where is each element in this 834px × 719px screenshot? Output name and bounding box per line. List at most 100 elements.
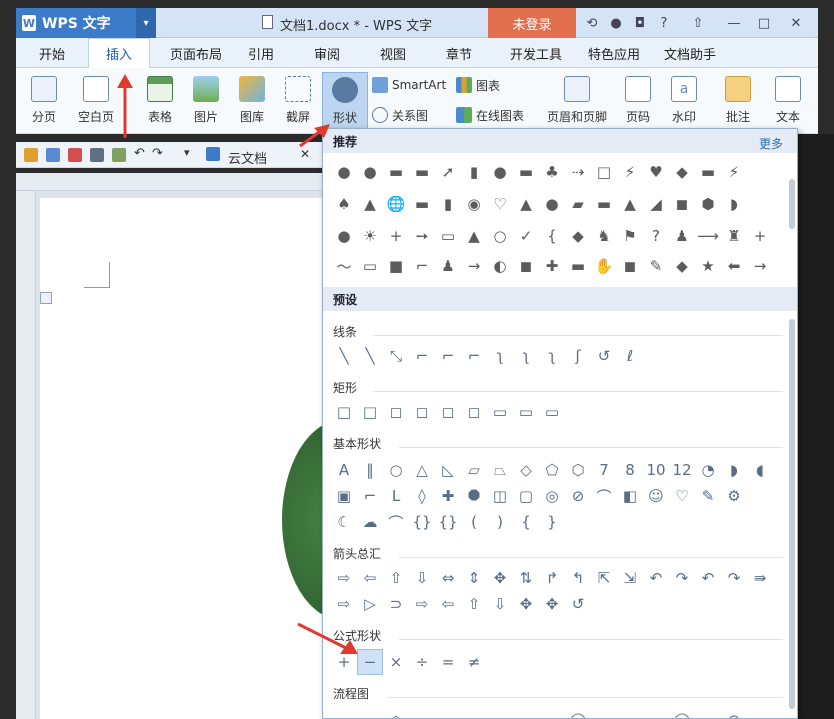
shape-item[interactable]: ⌒ — [383, 509, 409, 535]
share-icon[interactable]: ⇧ — [688, 13, 708, 33]
shape-item[interactable]: □ — [357, 399, 383, 425]
shape-item[interactable]: × — [383, 649, 409, 675]
shape-item[interactable]: ▭ — [357, 253, 383, 279]
shape-item[interactable]: ▭ — [591, 707, 617, 718]
table-button[interactable]: 表格 — [138, 72, 182, 130]
shape-item[interactable]: ♠ — [331, 191, 357, 217]
shape-item[interactable]: ▭ — [435, 223, 461, 249]
shape-item[interactable]: ▭ — [487, 707, 513, 718]
shape-item[interactable]: 7 — [591, 457, 617, 483]
shape-item[interactable]: ▬ — [591, 191, 617, 217]
shape-item[interactable]: ⇨ — [331, 565, 357, 591]
settings-icon[interactable]: ● — [606, 13, 626, 33]
shape-item[interactable]: ⇩ — [487, 591, 513, 617]
more-link[interactable]: 更多 — [759, 135, 783, 152]
shape-item[interactable]: ⟶ — [695, 223, 721, 249]
shape-item[interactable]: 10 — [643, 457, 669, 483]
customize-dropdown-icon[interactable]: ▾ — [184, 146, 190, 159]
shape-item[interactable]: ▢ — [513, 483, 539, 509]
shape-item[interactable]: { — [539, 223, 565, 249]
shape-item[interactable]: 🌐 — [383, 191, 409, 217]
redo-icon[interactable]: ↷ — [152, 146, 163, 161]
app-menu-button[interactable]: W WPS 文字 — [16, 8, 136, 38]
shape-item[interactable]: ≠ — [461, 649, 487, 675]
shape-item[interactable]: ▭ — [513, 707, 539, 718]
shape-item[interactable]: ○ — [487, 223, 513, 249]
shape-item[interactable]: ▲ — [617, 191, 643, 217]
tab-home[interactable]: 开始 — [22, 38, 82, 68]
cloud-doc-tab[interactable]: 云文档 — [228, 148, 267, 167]
shape-item[interactable]: ⇨ — [331, 591, 357, 617]
page-break-button[interactable]: 分页 — [20, 72, 68, 130]
shape-item[interactable]: ⬢ — [695, 191, 721, 217]
shape-item[interactable]: + — [747, 223, 773, 249]
horizontal-ruler[interactable] — [16, 173, 322, 191]
shape-item[interactable]: ☺ — [643, 483, 669, 509]
shape-item[interactable]: ▰ — [565, 191, 591, 217]
preview-icon[interactable] — [112, 148, 126, 162]
shape-item[interactable]: ♥ — [643, 159, 669, 185]
shape-item[interactable]: ▭ — [617, 707, 643, 718]
shape-item[interactable]: ✚ — [539, 253, 565, 279]
shape-item[interactable]: ‖ — [357, 457, 383, 483]
shape-item[interactable]: ⇦ — [435, 591, 461, 617]
online-chart-button[interactable]: 在线图表 — [456, 104, 524, 126]
shape-item[interactable]: ⊗ — [721, 707, 747, 718]
shape-item[interactable]: ▮ — [461, 159, 487, 185]
shape-item[interactable]: ◻ — [461, 399, 487, 425]
shape-item[interactable]: ✋ — [591, 253, 617, 279]
shape-item[interactable]: ✥ — [539, 591, 565, 617]
shape-item[interactable]: ⊘ — [565, 483, 591, 509]
shape-item[interactable]: ● — [357, 159, 383, 185]
shape-item[interactable]: ◉ — [461, 191, 487, 217]
feedback-icon[interactable]: ◘ — [630, 13, 650, 33]
shape-item[interactable]: ◗ — [721, 191, 747, 217]
shape-item[interactable]: ➙ — [409, 223, 435, 249]
tab-doc-assistant[interactable]: 文档助手 — [654, 38, 726, 68]
shape-item[interactable]: ▭ — [331, 707, 357, 718]
comment-button[interactable]: 批注 — [716, 72, 760, 130]
shape-item[interactable]: ⇦ — [357, 565, 383, 591]
shape-item[interactable]: ⚑ — [617, 223, 643, 249]
shape-item[interactable]: L — [383, 483, 409, 509]
shape-item[interactable]: − — [357, 649, 383, 675]
chart-button[interactable]: 图表 — [456, 74, 500, 96]
shape-item[interactable]: ● — [539, 191, 565, 217]
shape-item[interactable]: ▮ — [435, 191, 461, 217]
shape-item[interactable]: ■ — [383, 253, 409, 279]
shape-item[interactable]: ◇ — [513, 457, 539, 483]
shape-item[interactable]: } — [539, 509, 565, 535]
shape-item[interactable]: ↰ — [565, 565, 591, 591]
shape-item[interactable]: ★ — [695, 253, 721, 279]
shape-item[interactable]: ▷ — [357, 591, 383, 617]
shape-item[interactable]: ▭ — [461, 707, 487, 718]
shape-item[interactable]: ↶ — [643, 565, 669, 591]
shape-item[interactable]: ◻ — [383, 399, 409, 425]
shape-item[interactable]: ⚙ — [721, 483, 747, 509]
skin-icon[interactable]: ⟲ — [582, 13, 602, 33]
shape-item[interactable]: ▬ — [383, 159, 409, 185]
document-page[interactable] — [40, 198, 322, 719]
shape-item[interactable]: 8 — [617, 457, 643, 483]
shape-item[interactable]: ◧ — [617, 483, 643, 509]
shape-item[interactable]: ◊ — [409, 483, 435, 509]
shape-item[interactable]: ◺ — [435, 457, 461, 483]
shape-item[interactable]: ʅ — [513, 343, 539, 369]
export-pdf-icon[interactable] — [68, 148, 82, 162]
shape-item[interactable]: ▭ — [643, 707, 669, 718]
help-icon[interactable]: ? — [654, 13, 674, 33]
smartart-button[interactable]: SmartArt — [372, 74, 446, 96]
shape-item[interactable]: ⌐ — [357, 483, 383, 509]
shape-item[interactable]: ⤡ — [383, 343, 409, 369]
shape-item[interactable]: → — [461, 253, 487, 279]
shape-item[interactable]: □ — [591, 159, 617, 185]
shape-item[interactable]: ⯃ — [461, 483, 487, 509]
shape-item[interactable]: ▭ — [513, 399, 539, 425]
shape-item[interactable]: ↺ — [565, 591, 591, 617]
tab-insert[interactable]: 插入 — [88, 38, 150, 68]
shape-item[interactable]: ▭ — [435, 707, 461, 718]
shape-item[interactable]: ʅ — [539, 343, 565, 369]
shape-item[interactable]: ✓ — [513, 223, 539, 249]
shape-item[interactable]: ⇅ — [513, 565, 539, 591]
shape-item[interactable]: ⚡ — [721, 159, 747, 185]
